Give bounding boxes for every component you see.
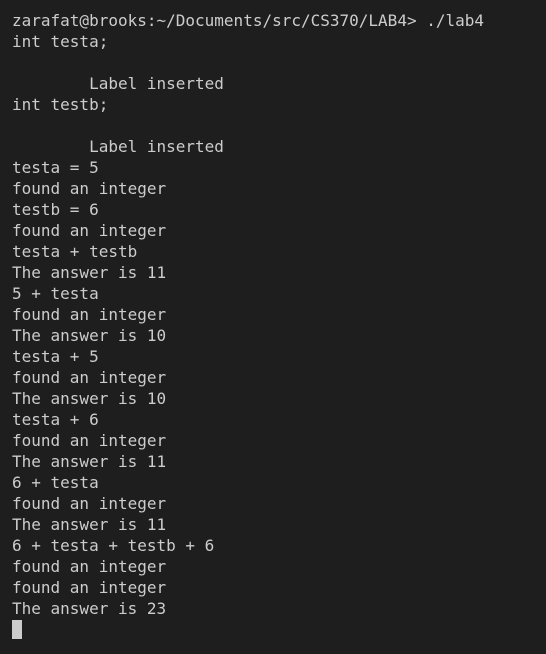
output-line: The answer is 10	[12, 389, 167, 408]
output-line: int testa;	[12, 32, 109, 51]
output-line: found an integer	[12, 221, 167, 240]
output-line: int testb;	[12, 95, 109, 114]
prompt-line: zarafat@brooks:~/Documents/src/CS370/LAB…	[12, 11, 485, 30]
output-line: found an integer	[12, 368, 167, 387]
output-line: Label inserted	[12, 74, 224, 93]
output-line: The answer is 11	[12, 515, 167, 534]
output-line: found an integer	[12, 305, 167, 324]
output-line: found an integer	[12, 431, 167, 450]
output-line: The answer is 11	[12, 452, 167, 471]
output-line: found an integer	[12, 494, 167, 513]
output-line: 5 + testa	[12, 284, 99, 303]
input-line[interactable]	[12, 619, 546, 640]
output-line: 6 + testa + testb + 6	[12, 536, 215, 555]
output-line: found an integer	[12, 179, 167, 198]
output-line: testa + 5	[12, 347, 99, 366]
terminal-window[interactable]: zarafat@brooks:~/Documents/src/CS370/LAB…	[0, 0, 546, 654]
output-line: found an integer	[12, 578, 167, 597]
text-cursor	[12, 620, 22, 639]
output-line: found an integer	[12, 557, 167, 576]
output-line: 6 + testa	[12, 473, 99, 492]
output-line: The answer is 11	[12, 263, 167, 282]
output-line: The answer is 23	[12, 599, 167, 618]
output-line: testa = 5	[12, 158, 99, 177]
output-line: testa + 6	[12, 410, 99, 429]
output-line: testa + testb	[12, 242, 138, 261]
output-line: testb = 6	[12, 200, 99, 219]
output-line: The answer is 10	[12, 326, 167, 345]
output-line: Label inserted	[12, 137, 224, 156]
